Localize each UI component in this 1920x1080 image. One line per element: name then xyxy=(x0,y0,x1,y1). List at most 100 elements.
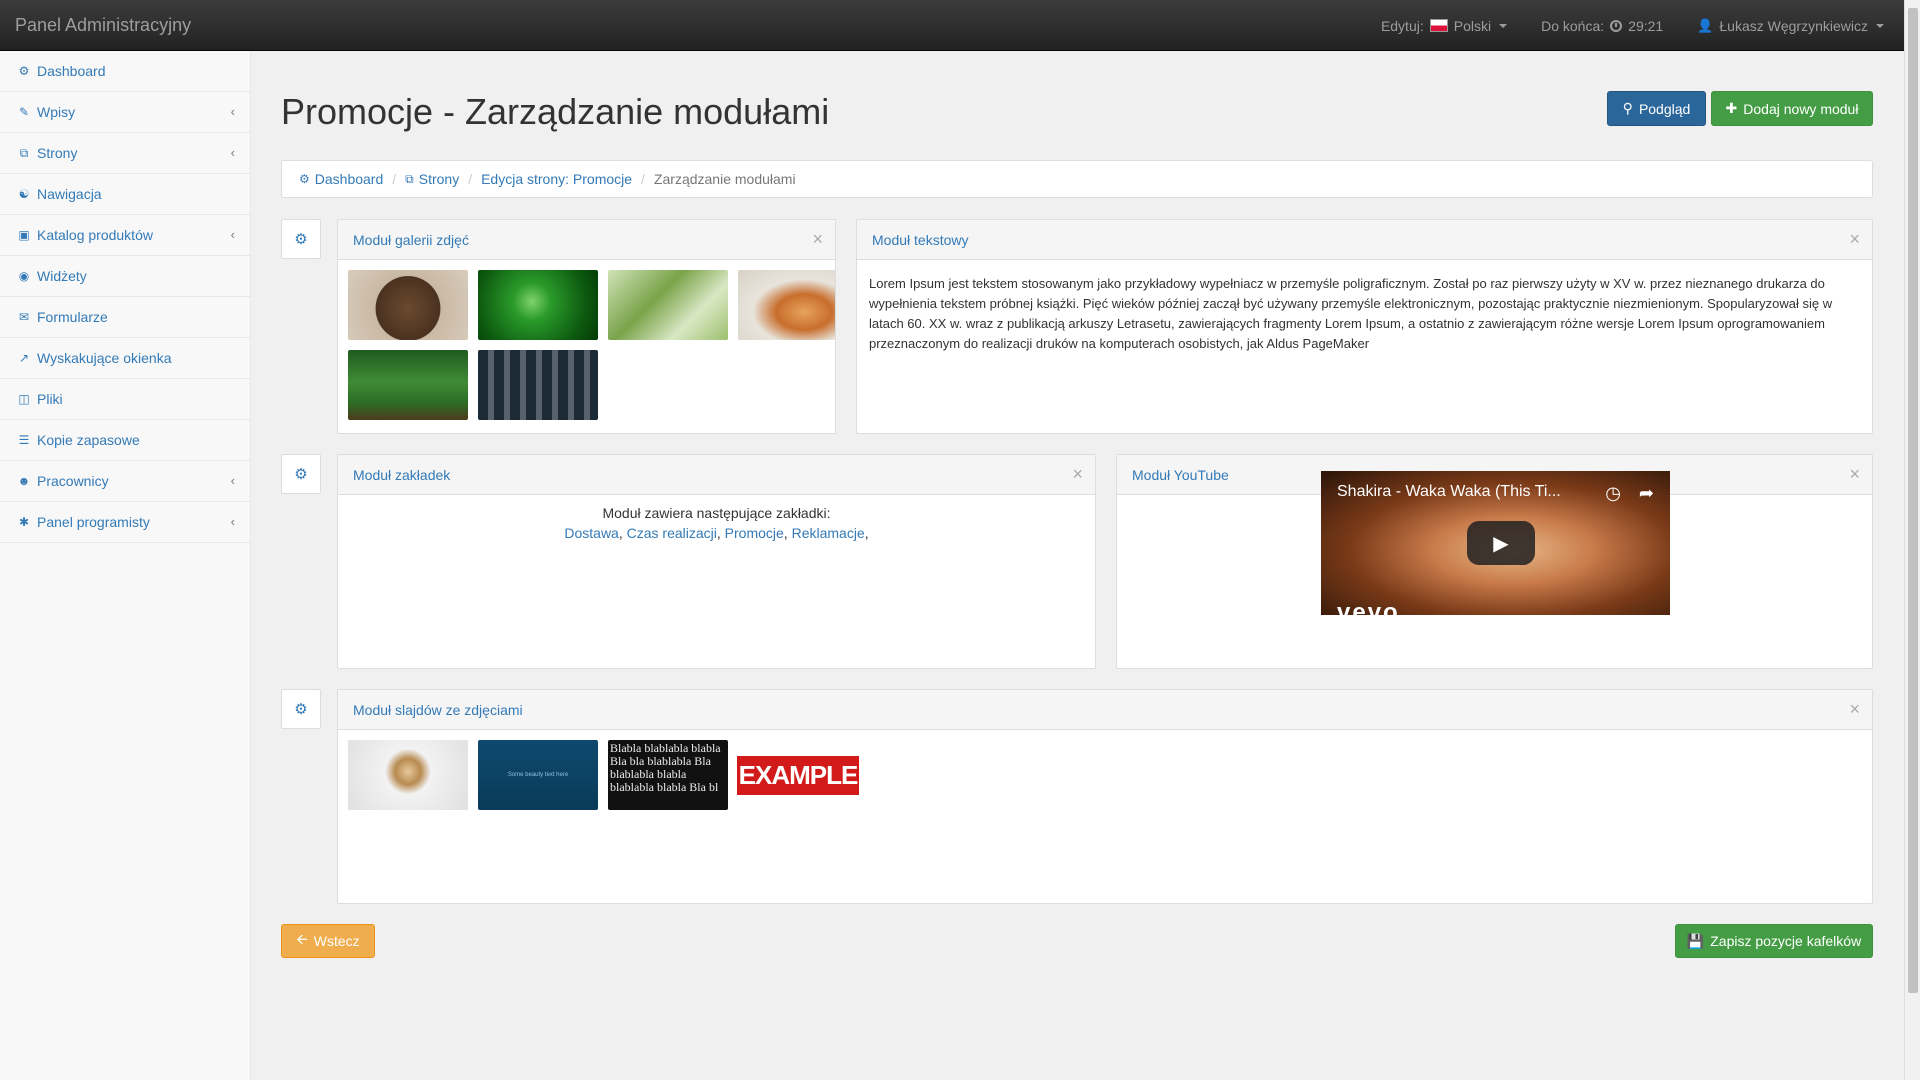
sidebar-item-label: Nawigacja xyxy=(37,186,102,202)
sidebar-item-label: Strony xyxy=(37,145,78,161)
envelope-icon: ✉ xyxy=(18,310,30,324)
arrow-left-icon: 🡨 xyxy=(296,931,308,947)
save-positions-button[interactable]: 💾 Zapisz pozycje kafelków xyxy=(1675,924,1873,958)
gallery-thumb-food[interactable] xyxy=(738,270,835,340)
slides-module-panel[interactable]: Moduł slajdów ze zdjęciami × Some beauty… xyxy=(337,689,1873,904)
tab-link-reklamacje[interactable]: Reklamacje xyxy=(792,525,865,541)
add-module-button[interactable]: ✚ Dodaj nowy moduł xyxy=(1711,91,1873,126)
tabs-intro: Moduł zawiera następujące zakładki: xyxy=(602,505,831,521)
breadcrumb-separator: / xyxy=(468,171,473,187)
gallery-module-header[interactable]: Moduł galerii zdjęć × xyxy=(338,220,835,260)
breadcrumb-link-dashboard[interactable]: Dashboard xyxy=(315,171,384,187)
gallery-thumb-leaf[interactable] xyxy=(478,270,598,340)
share-icon[interactable]: ➦ xyxy=(1639,483,1654,504)
breadcrumb-separator: / xyxy=(392,171,397,187)
youtube-module-panel[interactable]: Moduł YouTube × Shakira - Waka Waka (Thi… xyxy=(1116,454,1873,669)
slides-module-header[interactable]: Moduł slajdów ze zdjęciami × xyxy=(338,690,1872,730)
text-module-panel[interactable]: Moduł tekstowy × Lorem Ipsum jest tekste… xyxy=(856,219,1873,434)
preview-button-label: Podgląd xyxy=(1638,100,1691,117)
sidebar-item-label: Katalog produktów xyxy=(37,227,153,243)
sidebar-item-nawigacja[interactable]: ☯ Nawigacja xyxy=(0,174,250,215)
countdown-label: Do końca: xyxy=(1541,17,1605,34)
sidebar-item-dashboard[interactable]: ⚙ Dashboard xyxy=(0,51,250,92)
back-button[interactable]: 🡨 Wstecz xyxy=(281,924,375,958)
row-settings-gear-icon[interactable]: ⚙ xyxy=(281,454,321,494)
slide-thumb-blabla[interactable]: Blabla blablabla blabla Bla bla blablabl… xyxy=(608,740,728,810)
floppy-disk-icon: 💾 xyxy=(1686,932,1705,949)
slides-module-title: Moduł slajdów ze zdjęciami xyxy=(353,701,523,718)
language-dropdown[interactable]: Edytuj: Polski xyxy=(1380,17,1508,34)
slide-thumb-girl[interactable] xyxy=(348,740,468,810)
sidebar-item-popups[interactable]: ↗ Wyskakujące okienka xyxy=(0,338,250,379)
play-button[interactable]: ▶ xyxy=(1467,521,1535,565)
breadcrumb-link-strony[interactable]: Strony xyxy=(419,171,459,187)
sidebar-item-widzety[interactable]: ◉ Widżety xyxy=(0,256,250,297)
sidebar-item-label: Kopie zapasowe xyxy=(37,432,140,448)
youtube-video-player[interactable]: Shakira - Waka Waka (This Ti... ◷ ➦ ▶ ve… xyxy=(1321,471,1670,615)
dashboard-icon: ⚙ xyxy=(299,172,310,186)
chevron-left-icon: ‹ xyxy=(230,473,235,488)
sidebar-item-strony[interactable]: ⧉ Strony ‹ xyxy=(0,133,250,174)
breadcrumb-link-edit-page[interactable]: Edycja strony: Promocje xyxy=(481,171,632,187)
watch-later-icon[interactable]: ◷ xyxy=(1605,483,1621,504)
gallery-module-panel[interactable]: Moduł galerii zdjęć × xyxy=(337,219,836,434)
slide-thumb-example[interactable]: EXAMPLE xyxy=(736,740,860,810)
folder-icon: ◫ xyxy=(18,392,30,406)
sidebar-item-pliki[interactable]: ◫ Pliki xyxy=(0,379,250,420)
gallery-thumb-dumbbells[interactable] xyxy=(478,350,598,420)
basket-icon: ▣ xyxy=(18,228,30,242)
close-icon[interactable]: × xyxy=(812,229,823,250)
caret-down-icon xyxy=(1499,23,1508,28)
play-icon: ▶ xyxy=(1493,532,1509,555)
close-icon[interactable]: × xyxy=(1849,464,1860,485)
sidebar-item-wpisy[interactable]: ✎ Wpisy ‹ xyxy=(0,92,250,133)
bug-icon: ✱ xyxy=(18,515,30,529)
sidebar-item-formularze[interactable]: ✉ Formularze xyxy=(0,297,250,338)
tabs-module-title: Moduł zakładek xyxy=(353,466,451,483)
dashboard-icon: ⚙ xyxy=(18,64,30,78)
edit-icon: ✎ xyxy=(18,105,30,119)
tab-link-promocje[interactable]: Promocje xyxy=(725,525,784,541)
cube-icon: ◉ xyxy=(18,269,30,283)
slide-thumb-blue[interactable]: Some beauty text here xyxy=(478,740,598,810)
vevo-watermark: vevo xyxy=(1337,599,1400,615)
close-icon[interactable]: × xyxy=(1849,229,1860,250)
vertical-scrollbar[interactable] xyxy=(1904,0,1920,1080)
text-module-title: Moduł tekstowy xyxy=(872,231,969,248)
sidebar-item-pracownicy[interactable]: ☻ Pracownicy ‹ xyxy=(0,461,250,502)
tabs-module-body: Moduł zawiera następujące zakładki: Dost… xyxy=(338,495,1095,543)
brand-title[interactable]: Panel Administracyjny xyxy=(15,15,191,36)
sidebar-item-label: Wpisy xyxy=(37,104,76,120)
chevron-left-icon: ‹ xyxy=(230,514,235,529)
gallery-thumb-forest[interactable] xyxy=(348,350,468,420)
gallery-thumb-plant[interactable] xyxy=(608,270,728,340)
page-title: Promocje - Zarządzanie modułami xyxy=(281,91,830,132)
tabs-module-panel[interactable]: Moduł zakładek × Moduł zawiera następują… xyxy=(337,454,1096,669)
sitemap-icon: ☯ xyxy=(18,187,30,201)
close-icon[interactable]: × xyxy=(1072,464,1083,485)
slide-thumb-text: Some beauty text here xyxy=(507,772,569,778)
tab-link-czas-realizacji[interactable]: Czas realizacji xyxy=(627,525,717,541)
copy-icon: ⧉ xyxy=(19,145,29,160)
scrollbar-thumb[interactable] xyxy=(1908,8,1918,993)
language-label: Polski xyxy=(1453,17,1492,34)
sidebar-item-developer[interactable]: ✱ Panel programisty ‹ xyxy=(0,502,250,543)
sidebar-item-backups[interactable]: ☰ Kopie zapasowe xyxy=(0,420,250,461)
row-settings-gear-icon[interactable]: ⚙ xyxy=(281,219,321,259)
slide-thumb-text: Blabla blablabla blabla Bla bla blablabl… xyxy=(610,741,721,794)
youtube-module-title: Moduł YouTube xyxy=(1132,466,1229,483)
text-module-body: Lorem Ipsum jest tekstem stosowanym jako… xyxy=(869,276,1833,351)
sidebar-item-label: Dashboard xyxy=(37,63,106,79)
tabs-module-header[interactable]: Moduł zakładek × xyxy=(338,455,1095,495)
close-icon[interactable]: × xyxy=(1849,699,1860,720)
breadcrumb-current: Zarządzanie modułami xyxy=(653,171,796,187)
gallery-thumb-bear[interactable] xyxy=(348,270,468,340)
external-link-icon: ↗ xyxy=(18,351,30,365)
row-settings-gear-icon[interactable]: ⚙ xyxy=(281,689,321,729)
sidebar-item-katalog[interactable]: ▣ Katalog produktów ‹ xyxy=(0,215,250,256)
preview-button[interactable]: ⚲ Podgląd xyxy=(1607,91,1706,126)
edit-label: Edytuj: xyxy=(1380,17,1424,34)
tab-link-dostawa[interactable]: Dostawa xyxy=(564,525,618,541)
text-module-header[interactable]: Moduł tekstowy × xyxy=(857,220,1872,260)
user-dropdown[interactable]: 👤 Łukasz Węgrzynkiewicz xyxy=(1697,18,1884,34)
